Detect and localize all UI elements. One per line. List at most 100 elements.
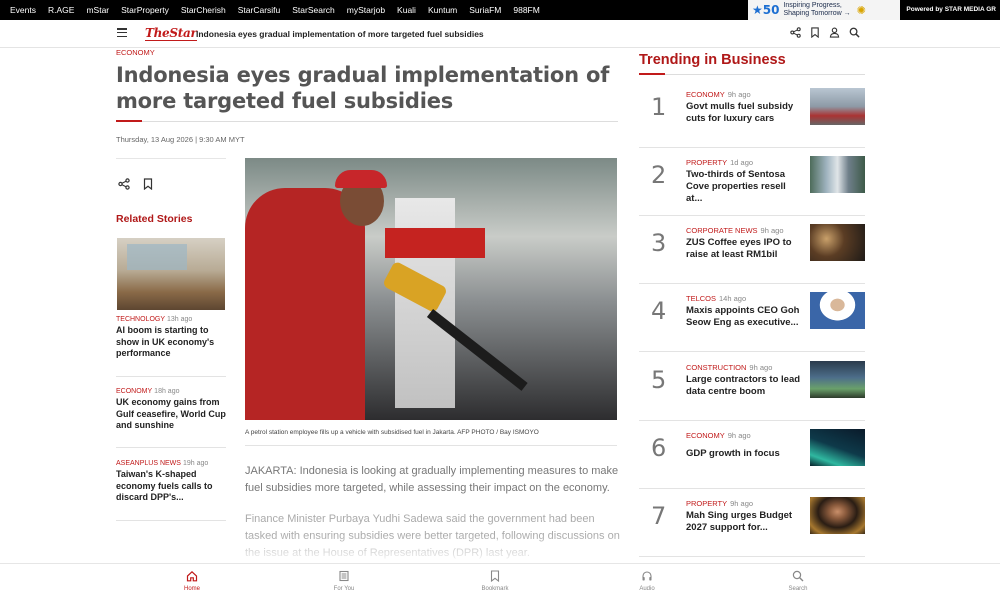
article-hero-image[interactable] [245, 158, 617, 420]
trending-item[interactable]: 3 CORPORATE NEWS 9h ago ZUS Coffee eyes I… [639, 213, 865, 281]
article-actions [116, 158, 226, 203]
headline-divider [142, 121, 618, 122]
network-link-rage[interactable]: R.AGE [48, 5, 74, 15]
related-headline[interactable]: AI boom is starting to show in UK econom… [116, 325, 226, 360]
user-icon[interactable] [829, 27, 840, 41]
header-actions [790, 27, 860, 41]
trending-headline[interactable]: Maxis appoints CEO Goh Seow Eng as execu… [686, 305, 804, 329]
related-category[interactable]: ECONOMY [116, 388, 152, 395]
tab-bookmark[interactable]: Bookmark [465, 570, 525, 592]
tab-search[interactable]: Search [768, 570, 828, 592]
trending-headline[interactable]: ZUS Coffee eyes IPO to raise at least RM… [686, 237, 804, 261]
bookmark-icon [465, 570, 525, 584]
related-stories-heading: Related Stories [116, 213, 193, 225]
the-star-logo[interactable]: TheStar [145, 26, 197, 41]
tab-for-you[interactable]: For You [314, 570, 374, 592]
trending-thumbnail[interactable] [810, 88, 865, 125]
trending-item[interactable]: 4 TELCOS 14h ago Maxis appoints CEO Goh S… [639, 281, 865, 349]
trending-time: 1d ago [730, 158, 754, 167]
share-icon[interactable] [790, 27, 801, 41]
share-icon[interactable] [118, 178, 130, 193]
hamburger-menu-icon[interactable] [117, 28, 127, 38]
trending-category[interactable]: TELCOS [686, 294, 716, 303]
tab-audio[interactable]: Audio [617, 570, 677, 592]
tab-home[interactable]: Home [162, 570, 222, 592]
tab-label: Bookmark [481, 586, 509, 592]
network-link-mstar[interactable]: mStar [86, 5, 109, 15]
related-time: 19h ago [182, 460, 209, 467]
network-link-starsearch[interactable]: StarSearch [292, 5, 335, 15]
trending-thumbnail[interactable] [810, 361, 865, 398]
network-link-starcherish[interactable]: StarCherish [181, 5, 226, 15]
related-divider [116, 520, 226, 521]
trending-category[interactable]: ECONOMY [686, 90, 725, 99]
network-link-starproperty[interactable]: StarProperty [121, 5, 169, 15]
trending-item[interactable]: 7 PROPERTY 9h ago Mah Sing urges Budget 2… [639, 486, 865, 554]
tab-label: For You [333, 586, 355, 592]
trending-time: 9h ago [727, 90, 751, 99]
bookmark-icon[interactable] [143, 178, 153, 193]
content-fade [240, 535, 630, 565]
trending-category[interactable]: CORPORATE NEWS [686, 226, 758, 235]
trending-divider [639, 556, 865, 557]
trending-time: 14h ago [719, 294, 747, 303]
network-link-events[interactable]: Events [10, 5, 36, 15]
trending-divider [665, 74, 865, 75]
bookmark-icon[interactable] [810, 27, 820, 41]
related-time: 13h ago [167, 316, 193, 323]
trending-item[interactable]: 2 PROPERTY 1d ago Two-thirds of Sentosa C… [639, 145, 865, 213]
image-caption: A petrol station employee fills up a veh… [245, 429, 539, 436]
related-story[interactable]: ECONOMY 18h ago UK economy gains from Gul… [116, 388, 226, 432]
trending-headline[interactable]: GDP growth in focus [686, 448, 804, 460]
trending-category[interactable]: ECONOMY [686, 431, 725, 440]
related-headline[interactable]: UK economy gains from Gulf ceasefire, Wo… [116, 397, 226, 432]
network-link-mystarjob[interactable]: myStarjob [347, 5, 385, 15]
network-links: Events R.AGE mStar StarProperty StarCher… [0, 5, 552, 15]
trending-headline[interactable]: Govt mulls fuel subsidy cuts for luxury … [686, 101, 804, 125]
trending-rank: 5 [651, 366, 667, 394]
trending-thumbnail[interactable] [810, 156, 865, 193]
network-link-kuali[interactable]: Kuali [397, 5, 416, 15]
trending-thumbnail[interactable] [810, 292, 865, 329]
network-link-kuntum[interactable]: Kuntum [428, 5, 457, 15]
star-50-logo: ★50 [752, 3, 780, 17]
article-headline: Indonesia eyes gradual implementation of… [116, 63, 610, 113]
promo-line-2: Shaping Tomorrow → [783, 10, 851, 17]
sticky-article-title: Indonesia eyes gradual implementation of… [196, 29, 484, 39]
related-category[interactable]: ASEANPLUS NEWS [116, 460, 181, 467]
site-header: TheStar Indonesia eyes gradual implement… [0, 20, 1000, 48]
trending-item[interactable]: 6 ECONOMY 9h ago GDP growth in focus [639, 418, 865, 486]
related-story-thumbnail[interactable] [117, 238, 225, 310]
related-story[interactable]: ASEANPLUS NEWS 19h ago Taiwan's K-shaped … [116, 460, 226, 504]
promo-line-1: Inspiring Progress, [783, 2, 842, 9]
network-link-starcarsifu[interactable]: StarCarsifu [238, 5, 281, 15]
trending-category[interactable]: CONSTRUCTION [686, 363, 746, 372]
related-headline[interactable]: Taiwan's K-shaped economy fuels calls to… [116, 469, 226, 504]
trending-category[interactable]: PROPERTY [686, 158, 727, 167]
article-date: Thursday, 13 Aug 2026 | 9:30 AM MYT [116, 135, 245, 144]
related-story[interactable]: TECHNOLOGY 13h ago AI boom is starting to… [116, 316, 226, 360]
powered-by: Powered by STAR MEDIA GR [906, 6, 996, 13]
trending-rank: 3 [651, 229, 667, 257]
trending-thumbnail[interactable] [810, 429, 865, 466]
anniversary-banner[interactable]: ★50 Inspiring Progress, Shaping Tomorrow… [748, 0, 900, 20]
trending-headline[interactable]: Large contractors to lead data centre bo… [686, 374, 804, 398]
trending-time: 9h ago [727, 431, 751, 440]
related-category[interactable]: TECHNOLOGY [116, 316, 165, 323]
headphones-icon [617, 570, 677, 584]
article-category[interactable]: ECONOMY [116, 48, 155, 57]
trending-thumbnail[interactable] [810, 224, 865, 261]
related-time: 18h ago [154, 388, 180, 395]
trending-thumbnail[interactable] [810, 497, 865, 534]
home-icon [162, 570, 222, 584]
caption-divider [245, 445, 617, 446]
trending-headline[interactable]: Mah Sing urges Budget 2027 support for..… [686, 510, 804, 534]
trending-headline[interactable]: Two-thirds of Sentosa Cove properties re… [686, 169, 804, 205]
search-icon[interactable] [849, 27, 860, 41]
article-paragraph: JAKARTA: Indonesia is looking at gradual… [245, 465, 619, 494]
trending-item[interactable]: 5 CONSTRUCTION 9h ago Large contractors t… [639, 350, 865, 418]
trending-category[interactable]: PROPERTY [686, 499, 727, 508]
network-link-suriafm[interactable]: SuriaFM [469, 5, 501, 15]
trending-item[interactable]: 1 ECONOMY 9h ago Govt mulls fuel subsidy … [639, 77, 865, 145]
network-link-988fm[interactable]: 988FM [513, 5, 539, 15]
